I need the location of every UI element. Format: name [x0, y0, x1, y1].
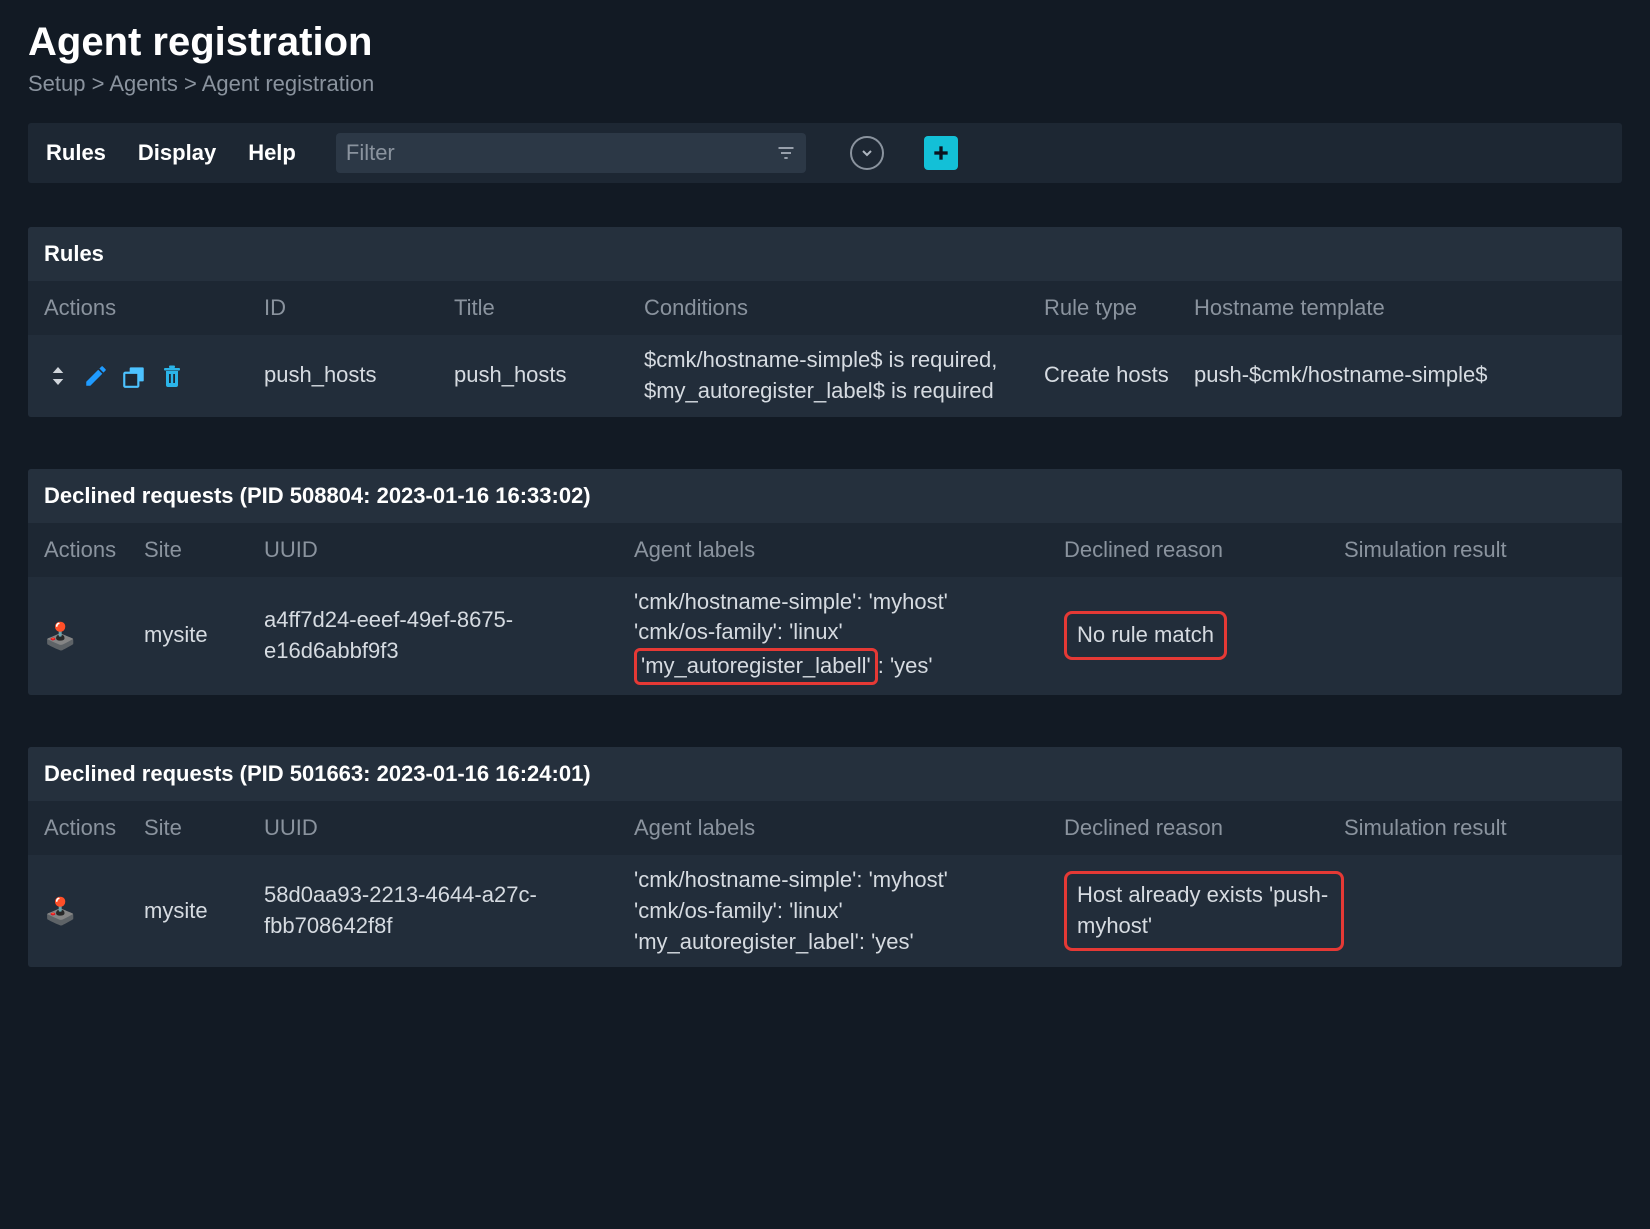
col-uuid: UUID	[264, 537, 634, 563]
declined-uuid: a4ff7d24-eeef-49ef-8675-e16d6abbf9f3	[264, 605, 634, 667]
col-simulation-result: Simulation result	[1344, 537, 1606, 563]
collapse-toggle-button[interactable]	[850, 136, 884, 170]
breadcrumb-item[interactable]: Agents	[109, 71, 178, 96]
highlight-label-typo: 'my_autoregister_labell'	[634, 648, 878, 685]
rule-row: push_hosts push_hosts $cmk/hostname-simp…	[28, 335, 1622, 417]
page-title: Agent registration	[28, 20, 1622, 65]
trash-icon[interactable]	[158, 362, 186, 390]
declined-panel-title: Declined requests (PID 508804: 2023-01-1…	[28, 469, 1622, 523]
breadcrumb: Setup > Agents > Agent registration	[28, 71, 1622, 97]
declined-panel: Declined requests (PID 508804: 2023-01-1…	[28, 469, 1622, 695]
rules-panel: Rules Actions ID Title Conditions Rule t…	[28, 227, 1622, 417]
col-hostname-template: Hostname template	[1194, 295, 1606, 321]
joystick-icon[interactable]: 🕹️	[44, 893, 76, 929]
display-menu[interactable]: Display	[138, 140, 216, 166]
declined-reason: Host already exists 'push-myhost'	[1064, 871, 1344, 951]
declined-labels: 'cmk/hostname-simple': 'myhost' 'cmk/os-…	[634, 865, 1064, 957]
declined-site: mysite	[144, 620, 264, 651]
col-actions: Actions	[44, 295, 264, 321]
col-rule-type: Rule type	[1044, 295, 1194, 321]
declined-header-row: Actions Site UUID Agent labels Declined …	[28, 801, 1622, 855]
breadcrumb-sep: >	[92, 71, 110, 96]
highlight-reason: No rule match	[1064, 611, 1227, 660]
declined-row: 🕹️ mysite 58d0aa93-2213-4644-a27c-fbb708…	[28, 855, 1622, 967]
col-declined-reason: Declined reason	[1064, 537, 1344, 563]
help-menu[interactable]: Help	[248, 140, 296, 166]
rule-id: push_hosts	[264, 360, 454, 391]
rules-panel-title: Rules	[28, 227, 1622, 281]
edit-icon[interactable]	[82, 362, 110, 390]
labels-text: 'cmk/hostname-simple': 'myhost' 'cmk/os-…	[634, 589, 948, 645]
filter-input[interactable]	[346, 140, 776, 166]
col-actions: Actions	[44, 815, 144, 841]
col-agent-labels: Agent labels	[634, 815, 1064, 841]
rule-title: push_hosts	[454, 360, 644, 391]
breadcrumb-sep: >	[184, 71, 202, 96]
rule-type: Create hosts	[1044, 360, 1194, 391]
col-uuid: UUID	[264, 815, 634, 841]
rule-hostname-template: push-$cmk/hostname-simple$	[1194, 360, 1606, 391]
filter-icon[interactable]	[776, 143, 796, 163]
col-site: Site	[144, 815, 264, 841]
breadcrumb-item[interactable]: Agent registration	[202, 71, 374, 96]
col-declined-reason: Declined reason	[1064, 815, 1344, 841]
col-agent-labels: Agent labels	[634, 537, 1064, 563]
col-site: Site	[144, 537, 264, 563]
breadcrumb-item[interactable]: Setup	[28, 71, 86, 96]
declined-labels: 'cmk/hostname-simple': 'myhost' 'cmk/os-…	[634, 587, 1064, 685]
reorder-icon[interactable]	[44, 362, 72, 390]
joystick-icon[interactable]: 🕹️	[44, 618, 76, 654]
highlight-reason: Host already exists 'push-myhost'	[1064, 871, 1344, 951]
rules-menu[interactable]: Rules	[46, 140, 106, 166]
filter-field[interactable]	[336, 133, 806, 173]
rules-header-row: Actions ID Title Conditions Rule type Ho…	[28, 281, 1622, 335]
col-actions: Actions	[44, 537, 144, 563]
add-button[interactable]	[924, 136, 958, 170]
col-id: ID	[264, 295, 454, 321]
declined-row: 🕹️ mysite a4ff7d24-eeef-49ef-8675-e16d6a…	[28, 577, 1622, 695]
declined-site: mysite	[144, 896, 264, 927]
declined-uuid: 58d0aa93-2213-4644-a27c-fbb708642f8f	[264, 880, 634, 942]
toolbar: Rules Display Help	[28, 123, 1622, 183]
declined-panel: Declined requests (PID 501663: 2023-01-1…	[28, 747, 1622, 967]
labels-text: : 'yes'	[878, 653, 933, 678]
col-simulation-result: Simulation result	[1344, 815, 1606, 841]
rule-conditions: $cmk/hostname-simple$ is required, $my_a…	[644, 345, 1044, 407]
declined-panel-title: Declined requests (PID 501663: 2023-01-1…	[28, 747, 1622, 801]
clone-icon[interactable]	[120, 362, 148, 390]
col-conditions: Conditions	[644, 295, 1044, 321]
declined-header-row: Actions Site UUID Agent labels Declined …	[28, 523, 1622, 577]
col-title: Title	[454, 295, 644, 321]
declined-reason: No rule match	[1064, 611, 1344, 660]
